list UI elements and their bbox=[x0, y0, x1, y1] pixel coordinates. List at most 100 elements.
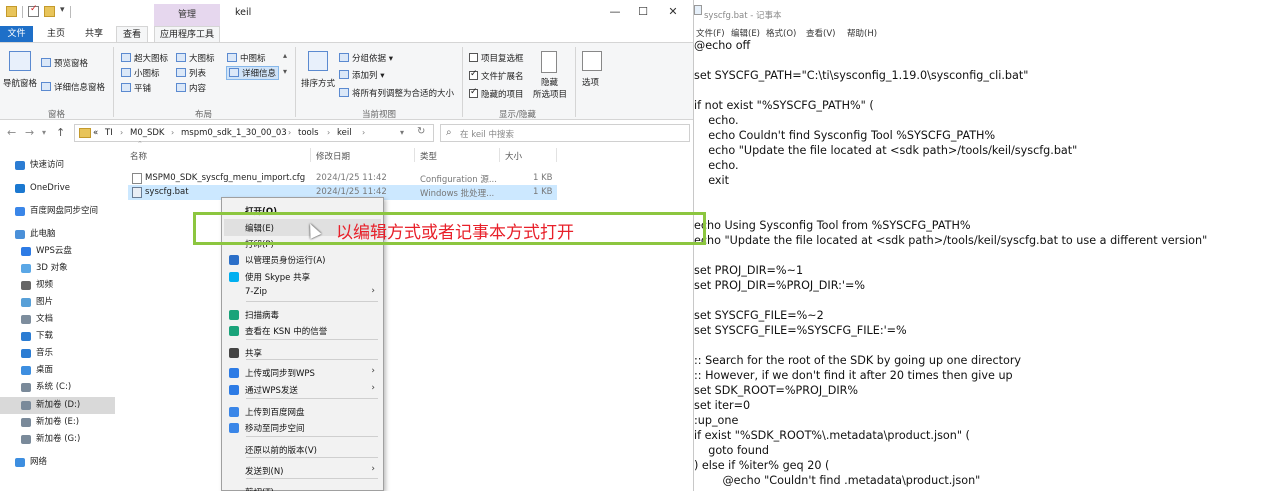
layout-small-icons[interactable]: 小图标 bbox=[121, 67, 160, 79]
menu-help[interactable]: 帮助(H) bbox=[847, 27, 877, 39]
sidebar-item[interactable]: 文档 bbox=[0, 311, 115, 328]
column-header-date[interactable]: 修改日期 bbox=[316, 150, 350, 162]
column-header-size[interactable]: 大小 bbox=[505, 150, 522, 162]
manage-context-tab[interactable]: 管理 bbox=[154, 4, 220, 26]
file-extensions-toggle[interactable]: 文件扩展名 bbox=[469, 69, 524, 82]
context-menu-item[interactable]: 还原以前的版本(V) bbox=[224, 441, 381, 458]
address-field[interactable]: « TI › M0_SDK › mspm0_sdk_1_30_00_03 › t… bbox=[74, 124, 434, 142]
sidebar-item[interactable]: 新加卷 (E:) bbox=[0, 414, 115, 431]
group-by-button[interactable]: 分组依据 ▾ bbox=[339, 52, 393, 64]
hidden-items-toggle[interactable]: 隐藏的项目 bbox=[469, 87, 524, 100]
context-menu-item[interactable]: 使用 Skype 共享 bbox=[224, 268, 381, 285]
layout-scroll-down-icon[interactable]: ▾ bbox=[283, 67, 287, 76]
quick-access-dropdown-icon[interactable]: ▾ bbox=[60, 5, 65, 15]
context-menu-item[interactable]: 上传或同步到WPS › bbox=[224, 364, 381, 381]
checkbox[interactable] bbox=[469, 53, 478, 62]
address-dropdown-icon[interactable]: ▾ bbox=[400, 128, 404, 137]
sidebar-item[interactable]: 3D 对象 bbox=[0, 260, 115, 277]
chevron-right-icon[interactable]: › bbox=[327, 128, 330, 137]
back-icon[interactable]: ← bbox=[7, 126, 16, 139]
sidebar-item[interactable]: 音乐 bbox=[0, 345, 115, 362]
properties-quick-icon[interactable] bbox=[28, 4, 39, 17]
context-menu-item[interactable]: 7-Zip › bbox=[224, 284, 381, 301]
layout-medium-icons[interactable]: 中图标 bbox=[227, 52, 266, 64]
layout-extra-large-icons[interactable]: 超大图标 bbox=[121, 52, 168, 64]
new-folder-quick-icon[interactable] bbox=[44, 6, 55, 17]
column-header-name[interactable]: 名称 bbox=[130, 150, 147, 162]
size-all-columns-button[interactable]: 将所有列调整为合适的大小 bbox=[339, 87, 454, 99]
sidebar-item[interactable]: 百度网盘同步空间 bbox=[0, 203, 115, 220]
column-header-type[interactable]: 类型 bbox=[420, 150, 437, 162]
sidebar-item[interactable]: 下载 bbox=[0, 328, 115, 345]
context-menu-item[interactable]: 剪切(T) bbox=[224, 483, 381, 491]
tab-file[interactable]: 文件 bbox=[0, 26, 33, 42]
sidebar-item[interactable]: OneDrive bbox=[0, 180, 115, 197]
menu-file[interactable]: 文件(F) bbox=[696, 27, 725, 39]
sidebar-item[interactable]: 图片 bbox=[0, 294, 115, 311]
hide-selected-label[interactable]: 隐藏 bbox=[541, 76, 558, 88]
layout-large-icons[interactable]: 大图标 bbox=[176, 52, 215, 64]
checkbox[interactable] bbox=[469, 69, 478, 80]
layout-details[interactable]: 详细信息 bbox=[226, 66, 280, 80]
breadcrumb-m0-sdk[interactable]: M0_SDK bbox=[130, 128, 165, 138]
options-icon[interactable] bbox=[582, 51, 602, 71]
maximize-button[interactable]: ☐ bbox=[632, 3, 654, 21]
tab-application-tools[interactable]: 应用程序工具 bbox=[154, 26, 220, 42]
sidebar-item[interactable]: 新加卷 (G:) bbox=[0, 431, 115, 448]
chevron-right-icon[interactable]: › bbox=[171, 128, 174, 137]
forward-icon[interactable]: → bbox=[25, 126, 34, 139]
tab-home[interactable]: 主页 bbox=[40, 26, 72, 42]
tab-view[interactable]: 查看 bbox=[116, 26, 148, 42]
context-menu-item[interactable]: 通过WPS发送 › bbox=[224, 381, 381, 398]
layout-list[interactable]: 列表 bbox=[176, 67, 206, 79]
breadcrumb-mspm0-sdk[interactable]: mspm0_sdk_1_30_00_03 bbox=[181, 128, 287, 138]
minimize-button[interactable]: — bbox=[604, 3, 626, 21]
sidebar-item[interactable]: 桌面 bbox=[0, 362, 115, 379]
context-menu-item[interactable]: 发送到(N) › bbox=[224, 462, 381, 479]
layout-scroll-up-icon[interactable]: ▴ bbox=[283, 51, 287, 60]
sidebar-item[interactable]: 快速访问 bbox=[0, 157, 115, 174]
navigation-pane-icon[interactable] bbox=[9, 51, 31, 71]
navigation-pane-button[interactable]: 导航窗格 bbox=[3, 77, 37, 89]
context-menu-item[interactable]: 查看在 KSN 中的信誉 bbox=[224, 322, 381, 339]
checkbox[interactable] bbox=[469, 87, 478, 98]
close-button[interactable]: ✕ bbox=[662, 3, 684, 21]
menu-view[interactable]: 查看(V) bbox=[806, 27, 835, 39]
tab-share[interactable]: 共享 bbox=[78, 26, 110, 42]
add-column-button[interactable]: 添加列 ▾ bbox=[339, 69, 384, 81]
breadcrumb-keil[interactable]: keil bbox=[337, 128, 352, 138]
preview-pane-button[interactable]: 预览窗格 bbox=[41, 57, 88, 69]
context-menu-item[interactable]: 移动至同步空间 bbox=[224, 419, 381, 436]
menu-format[interactable]: 格式(O) bbox=[766, 27, 796, 39]
context-menu-item[interactable]: 扫描病毒 bbox=[224, 306, 381, 323]
recent-locations-icon[interactable]: ▾ bbox=[42, 128, 46, 137]
sort-icon[interactable] bbox=[308, 51, 328, 71]
breadcrumb-overflow[interactable]: « bbox=[93, 128, 98, 138]
context-menu-item[interactable]: 上传到百度网盘 bbox=[224, 403, 381, 420]
up-icon[interactable]: ↑ bbox=[56, 126, 65, 139]
layout-tiles[interactable]: 平铺 bbox=[121, 82, 151, 94]
item-checkboxes-toggle[interactable]: 项目复选框 bbox=[469, 52, 524, 64]
notepad-text-area[interactable]: @echo off set SYSCFG_PATH="C:\ti\sysconfi… bbox=[694, 39, 1280, 491]
details-pane-button[interactable]: 详细信息窗格 bbox=[41, 81, 105, 93]
sidebar-item[interactable]: 视频 bbox=[0, 277, 115, 294]
breadcrumb-tools[interactable]: tools bbox=[298, 128, 319, 138]
breadcrumb-ti[interactable]: TI bbox=[105, 128, 113, 138]
context-menu-item[interactable]: 以管理员身份运行(A) bbox=[224, 251, 381, 268]
search-box[interactable]: ⌕ 在 keil 中搜索 bbox=[440, 124, 690, 142]
refresh-icon[interactable]: ↻ bbox=[417, 126, 425, 137]
file-row-cfg[interactable]: MSPM0_SDK_syscfg_menu_import.cfg 2024/1/… bbox=[128, 171, 557, 186]
chevron-right-icon[interactable]: › bbox=[288, 128, 291, 137]
sidebar-item[interactable]: 网络 bbox=[0, 454, 115, 471]
sort-by-button[interactable]: 排序方式 bbox=[301, 77, 335, 89]
options-button[interactable]: 选项 bbox=[582, 76, 599, 88]
chevron-right-icon[interactable]: › bbox=[362, 128, 365, 137]
sidebar-item[interactable]: WPS云盘 bbox=[0, 243, 115, 260]
hide-selected-icon[interactable] bbox=[541, 51, 557, 73]
layout-content[interactable]: 内容 bbox=[176, 82, 206, 94]
selected-items-label[interactable]: 所选项目 bbox=[533, 88, 567, 100]
sidebar-item[interactable]: 系统 (C:) bbox=[0, 379, 115, 396]
sidebar-item[interactable]: 新加卷 (D:) bbox=[0, 397, 115, 414]
menu-edit[interactable]: 编辑(E) bbox=[731, 27, 760, 39]
sidebar-item[interactable]: 此电脑 bbox=[0, 226, 115, 243]
